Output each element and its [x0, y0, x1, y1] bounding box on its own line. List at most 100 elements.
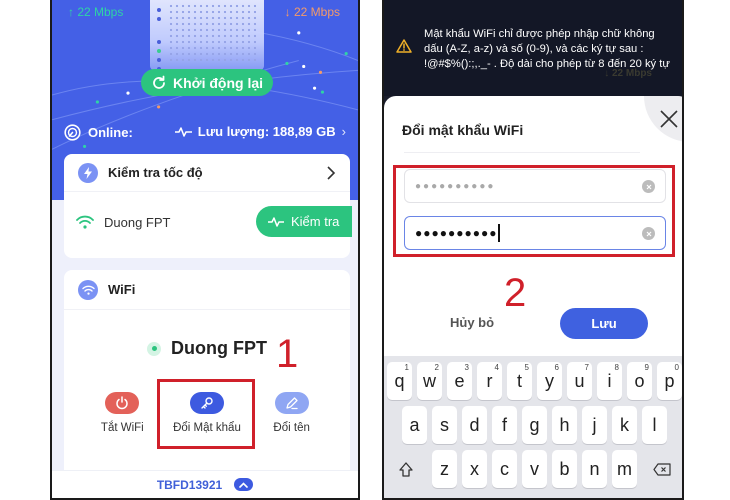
- speed-test-row[interactable]: Kiểm tra tốc độ: [64, 154, 350, 192]
- key-n[interactable]: n: [582, 450, 607, 488]
- online-label: Online:: [88, 125, 133, 140]
- wifi-card-header: WiFi: [64, 270, 350, 310]
- dialog-title: Đổi mật khẩu WiFi: [402, 122, 524, 138]
- status-row: Online: Lưu lượng: 188,89 GB ›: [64, 124, 346, 142]
- key-o[interactable]: 9o: [627, 362, 652, 400]
- keyboard-row-3: zxcvbnm: [384, 450, 682, 494]
- key-s[interactable]: s: [432, 406, 457, 444]
- key-u[interactable]: 7u: [567, 362, 592, 400]
- usage-link[interactable]: Lưu lượng: 188,89 GB ›: [174, 124, 346, 139]
- key-k[interactable]: k: [612, 406, 637, 444]
- key-hint: 8: [614, 363, 619, 372]
- run-speed-test-button[interactable]: Kiểm tra: [256, 206, 352, 237]
- rename-button[interactable]: Đổi tên: [252, 392, 332, 434]
- key-w[interactable]: 2w: [417, 362, 442, 400]
- close-button[interactable]: [644, 96, 682, 142]
- ssid-name: Duong FPT: [171, 338, 267, 358]
- change-password-screen: Mật khẩu WiFi chỉ được phép nhập chữ khô…: [382, 0, 684, 500]
- key-label: e: [454, 370, 465, 391]
- key-label: i: [607, 370, 612, 391]
- password-rules-toast: Mật khẩu WiFi chỉ được phép nhập chữ khô…: [384, 0, 682, 96]
- key-hint: 2: [434, 363, 439, 372]
- speed-test-title: Kiểm tra tốc độ: [108, 165, 203, 180]
- expand-up-button[interactable]: [234, 478, 254, 491]
- speedometer-icon: [64, 124, 81, 141]
- key-x[interactable]: x: [462, 450, 487, 488]
- change-password-dialog: Đổi mật khẩu WiFi ●●●●●●●●●● ●●●●●●●●●● …: [384, 96, 682, 362]
- toast-message: Mật khẩu WiFi chỉ được phép nhập chữ khô…: [424, 28, 670, 70]
- key-label: t: [516, 370, 522, 391]
- key-g[interactable]: g: [522, 406, 547, 444]
- lightning-icon: [78, 162, 98, 183]
- pencil-icon: [274, 392, 309, 414]
- key-j[interactable]: j: [582, 406, 607, 444]
- wifi-card-title: WiFi: [108, 282, 136, 297]
- key-q[interactable]: 1q: [387, 362, 412, 400]
- power-icon: [105, 392, 140, 414]
- key-label: r: [486, 370, 493, 391]
- chevron-up-icon: [239, 481, 248, 488]
- step-1-label: 1: [276, 332, 299, 376]
- save-button[interactable]: Lưu: [560, 308, 648, 339]
- shift-icon: [399, 461, 413, 477]
- cancel-button[interactable]: Hủy bỏ: [450, 315, 494, 330]
- key-c[interactable]: c: [492, 450, 517, 488]
- activity-icon: [174, 126, 192, 137]
- restart-button[interactable]: Khởi động lại: [141, 69, 273, 96]
- restart-label: Khởi động lại: [172, 74, 264, 91]
- key-y[interactable]: 6y: [537, 362, 562, 400]
- ssid-row: Duong FPT: [64, 338, 350, 359]
- keyboard-row-2: asdfghjkl: [384, 406, 682, 450]
- key-hint: 7: [584, 363, 589, 372]
- key-label: y: [545, 370, 554, 391]
- key-hint: 9: [644, 363, 649, 372]
- connected-status-dot: [147, 341, 161, 356]
- close-icon: [660, 110, 678, 128]
- key-hint: 1: [404, 363, 409, 372]
- onscreen-keyboard: 1q2w3e4r5t6y7u8i9o0p asdfghjkl zxcvbnm: [384, 356, 682, 498]
- key-label: w: [423, 370, 436, 391]
- step-2-label: 2: [504, 271, 527, 315]
- router-illustration: [150, 0, 264, 71]
- highlight-password-fields: [393, 165, 675, 257]
- device-code: TBFD13921: [156, 477, 223, 492]
- online-status: Online:: [64, 124, 133, 141]
- key-e[interactable]: 3e: [447, 362, 472, 400]
- key-v[interactable]: v: [522, 450, 547, 488]
- key-r[interactable]: 4r: [477, 362, 502, 400]
- chevron-right-icon: ›: [341, 124, 346, 139]
- key-f[interactable]: f: [492, 406, 517, 444]
- key-z[interactable]: z: [432, 450, 457, 488]
- check-label: Kiểm tra: [291, 214, 340, 229]
- key-hint: 4: [494, 363, 499, 372]
- usage-label: Lưu lượng: 188,89 GB: [197, 124, 336, 139]
- key-l[interactable]: l: [642, 406, 667, 444]
- key-label: q: [394, 370, 405, 391]
- key-h[interactable]: h: [552, 406, 577, 444]
- key-m[interactable]: m: [612, 450, 637, 488]
- wifi-icon: [78, 279, 98, 300]
- speed-test-card: Kiểm tra tốc độ Duong FPT Kiểm tra: [64, 154, 352, 258]
- highlight-change-password: [157, 379, 255, 449]
- chevron-right-icon: [327, 165, 336, 180]
- activity-icon: [268, 216, 284, 227]
- key-a[interactable]: a: [402, 406, 427, 444]
- key-hint: 0: [674, 363, 679, 372]
- key-hint: 5: [524, 363, 529, 372]
- key-b[interactable]: b: [552, 450, 577, 488]
- key-i[interactable]: 8i: [597, 362, 622, 400]
- refresh-icon: [153, 75, 165, 89]
- key-t[interactable]: 5t: [507, 362, 532, 400]
- key-p[interactable]: 0p: [657, 362, 682, 400]
- shift-key[interactable]: [390, 450, 422, 488]
- warning-icon: [396, 39, 412, 53]
- key-label: o: [634, 370, 645, 391]
- turn-off-wifi-button[interactable]: Tắt WiFi: [82, 392, 162, 434]
- backspace-key[interactable]: [646, 450, 678, 488]
- key-d[interactable]: d: [462, 406, 487, 444]
- network-row: Duong FPT Kiểm tra: [64, 192, 352, 252]
- key-hint: 3: [464, 363, 469, 372]
- backspace-icon: [653, 462, 671, 476]
- key-label: p: [664, 370, 675, 391]
- background-download-speed: ↓ 22 Mbps: [604, 68, 652, 79]
